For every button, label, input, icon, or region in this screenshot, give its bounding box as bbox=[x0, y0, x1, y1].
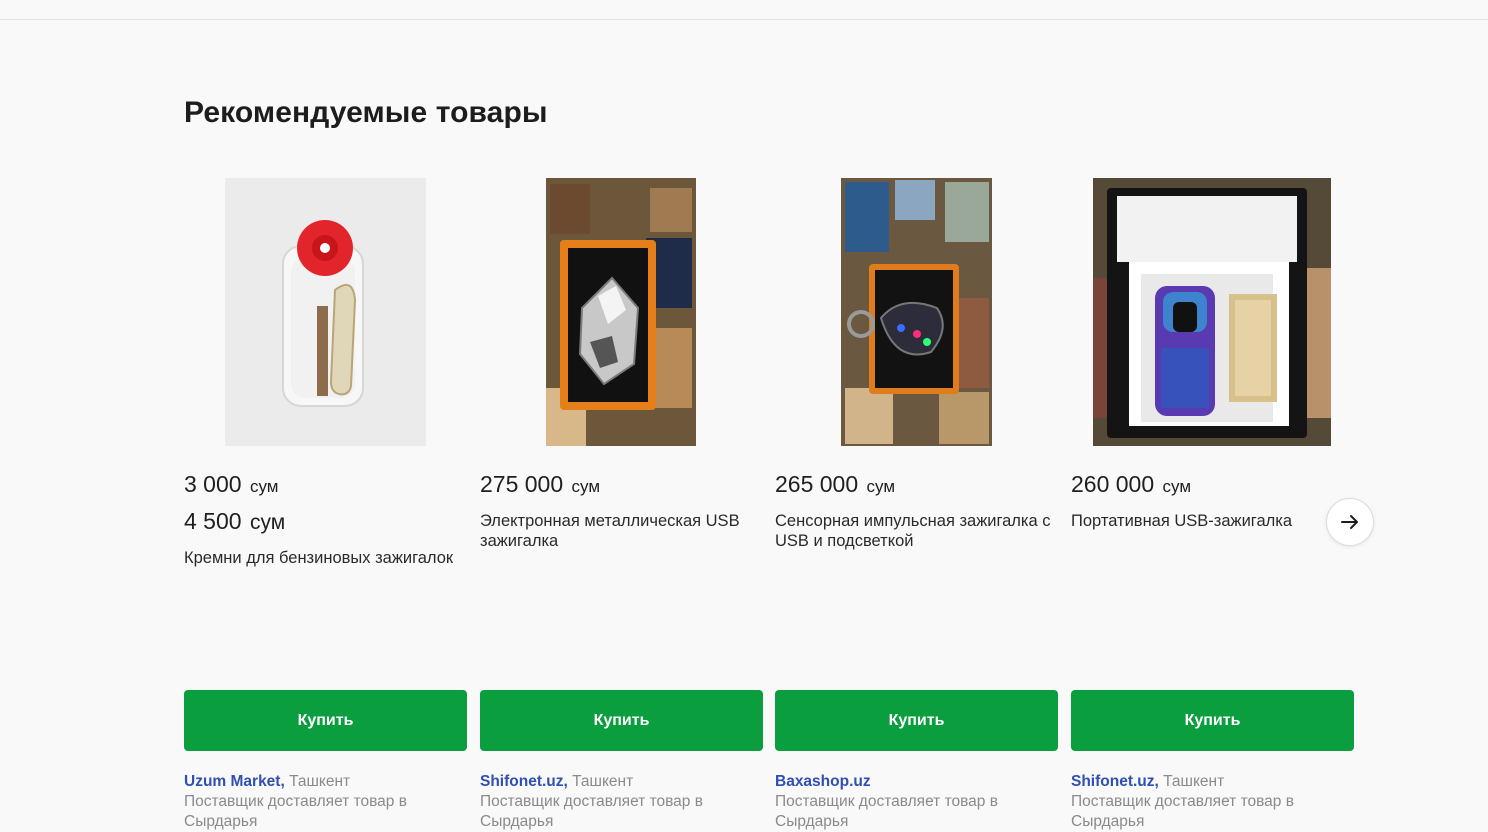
seller-info: Uzum Market, Ташкент Поставщик доставляе… bbox=[184, 772, 467, 832]
price-currency: сум bbox=[1162, 477, 1192, 496]
price-currency: сум bbox=[866, 477, 896, 496]
product-old-price: 4 500 сум bbox=[184, 508, 285, 535]
shop-link[interactable]: Baxashop.uz bbox=[775, 773, 871, 790]
flints-pack-image bbox=[225, 178, 426, 446]
old-price-value: 4 500 bbox=[184, 508, 242, 534]
buy-button[interactable]: Купить bbox=[1071, 690, 1354, 751]
product-price: 265 000 сум bbox=[775, 471, 895, 498]
product-price: 260 000 сум bbox=[1071, 471, 1191, 498]
arrow-right-icon bbox=[1341, 515, 1358, 529]
price-value: 260 000 bbox=[1071, 471, 1155, 497]
buy-button[interactable]: Купить bbox=[480, 690, 763, 751]
delivery-note: Поставщик доставляет товар в Сырдарья bbox=[184, 793, 407, 830]
shop-link[interactable]: Uzum Market, bbox=[184, 773, 285, 790]
top-divider bbox=[0, 19, 1488, 20]
price-value: 265 000 bbox=[775, 471, 859, 497]
shop-city: Ташкент bbox=[289, 773, 351, 790]
product-card[interactable]: 3 000 сум 4 500 сум Кремни для бензиновы… bbox=[184, 178, 467, 832]
shop-city: Ташкент bbox=[1163, 773, 1225, 790]
carousel-next-button[interactable] bbox=[1326, 498, 1374, 546]
buy-button[interactable]: Купить bbox=[184, 690, 467, 751]
product-card[interactable]: 260 000 сум Портативная USB-зажигалка Ку… bbox=[1071, 178, 1354, 832]
product-title[interactable]: Портативная USB-зажигалка bbox=[1071, 511, 1321, 531]
price-value: 275 000 bbox=[480, 471, 564, 497]
product-image[interactable] bbox=[480, 178, 763, 446]
product-card[interactable]: 265 000 сум Сенсорная импульсная зажигал… bbox=[775, 178, 1058, 832]
price-currency: сум bbox=[249, 477, 279, 496]
usb-lighter-box-image bbox=[546, 178, 696, 446]
seller-info: Shifonet.uz, Ташкент Поставщик доставляе… bbox=[480, 772, 763, 832]
product-image[interactable] bbox=[775, 178, 1058, 446]
product-image[interactable] bbox=[184, 178, 467, 446]
delivery-note: Поставщик доставляет товар в Сырдарья bbox=[775, 793, 998, 830]
touch-lighter-image bbox=[841, 178, 992, 446]
product-title[interactable]: Сенсорная импульсная зажигалка с USB и п… bbox=[775, 511, 1058, 551]
price-value: 3 000 bbox=[184, 471, 242, 497]
product-card[interactable]: 275 000 сум Электронная металлическая US… bbox=[480, 178, 763, 832]
product-price: 3 000 сум bbox=[184, 471, 278, 498]
seller-info: Shifonet.uz, Ташкент Поставщик доставляе… bbox=[1071, 772, 1354, 832]
shop-link[interactable]: Shifonet.uz, bbox=[480, 773, 568, 790]
shop-city: Ташкент bbox=[572, 773, 634, 790]
product-title[interactable]: Электронная металлическая USB зажигалка bbox=[480, 511, 763, 551]
buy-button[interactable]: Купить bbox=[775, 690, 1058, 751]
old-price-currency: сум bbox=[249, 511, 286, 534]
delivery-note: Поставщик доставляет товар в Сырдарья bbox=[1071, 793, 1294, 830]
price-currency: сум bbox=[571, 477, 601, 496]
product-price: 275 000 сум bbox=[480, 471, 600, 498]
delivery-note: Поставщик доставляет товар в Сырдарья bbox=[480, 793, 703, 830]
seller-info: Baxashop.uz Поставщик доставляет товар в… bbox=[775, 772, 1058, 832]
gift-box-lighter-image bbox=[1093, 178, 1331, 446]
shop-link[interactable]: Shifonet.uz, bbox=[1071, 773, 1159, 790]
product-image[interactable] bbox=[1071, 178, 1354, 446]
product-title[interactable]: Кремни для бензиновых зажигалок bbox=[184, 548, 467, 568]
section-title: Рекомендуемые товары bbox=[184, 96, 548, 129]
